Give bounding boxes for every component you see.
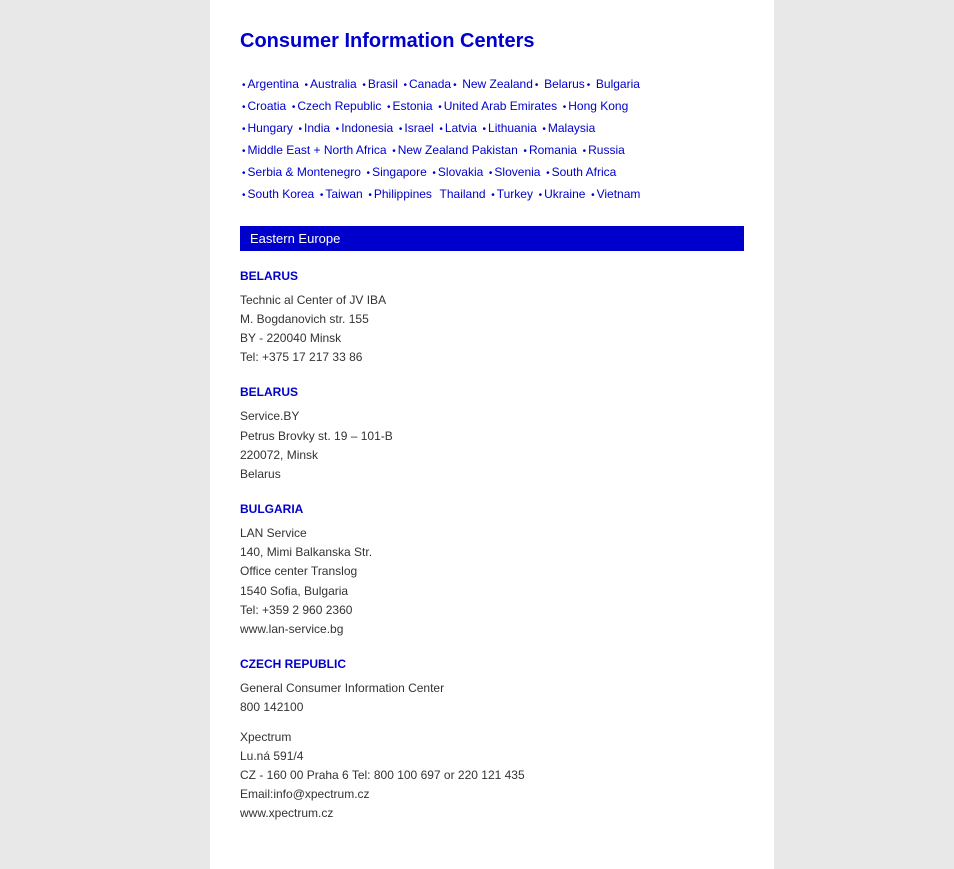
bullet-icon: • — [305, 80, 309, 91]
links-section: •Argentina •Australia •Brasil •Canada• N… — [240, 73, 744, 206]
link-uae[interactable]: United Arab Emirates — [444, 99, 557, 113]
links-row-4: •Middle East + North Africa •New Zealand… — [240, 139, 744, 161]
country-entry-czech: CZECH REPUBLIC General Consumer Informat… — [240, 657, 744, 823]
link-vietnam[interactable]: Vietnam — [597, 187, 641, 201]
link-slovakia[interactable]: Slovakia — [438, 165, 483, 179]
link-southkorea[interactable]: South Korea — [248, 187, 315, 201]
link-russia[interactable]: Russia — [588, 143, 625, 157]
link-canada[interactable]: Canada — [409, 77, 451, 91]
link-belarus[interactable]: Belarus — [544, 77, 585, 91]
link-taiwan[interactable]: Taiwan — [325, 187, 362, 201]
links-row-6: •South Korea •Taiwan •Philippines Thaila… — [240, 183, 744, 205]
address-block-belarus-1: Technic al Center of JV IBA M. Bogdanovi… — [240, 291, 744, 368]
section-header: Eastern Europe — [240, 226, 744, 251]
right-sidebar — [774, 0, 954, 869]
country-title-czech: CZECH REPUBLIC — [240, 657, 744, 671]
link-indonesia[interactable]: Indonesia — [341, 121, 393, 135]
address-block-bulgaria: LAN Service 140, Mimi Balkanska Str. Off… — [240, 524, 744, 639]
link-hongkong[interactable]: Hong Kong — [568, 99, 628, 113]
country-entry-belarus-2: BELARUS Service.BY Petrus Brovky st. 19 … — [240, 385, 744, 484]
link-southafrica[interactable]: South Africa — [552, 165, 617, 179]
link-australia[interactable]: Australia — [310, 77, 357, 91]
link-lithuania[interactable]: Lithuania — [488, 121, 537, 135]
link-argentina[interactable]: Argentina — [248, 77, 299, 91]
link-israel[interactable]: Israel — [404, 121, 433, 135]
link-malaysia[interactable]: Malaysia — [548, 121, 595, 135]
link-philippines[interactable]: Philippines — [374, 187, 432, 201]
link-newzealand[interactable]: New Zealand — [462, 77, 533, 91]
link-singapore[interactable]: Singapore — [372, 165, 427, 179]
country-entry-bulgaria: BULGARIA LAN Service 140, Mimi Balkanska… — [240, 502, 744, 639]
link-serbia[interactable]: Serbia & Montenegro — [248, 165, 361, 179]
country-entry-belarus-1: BELARUS Technic al Center of JV IBA M. B… — [240, 269, 744, 368]
main-content: Consumer Information Centers •Argentina … — [210, 0, 774, 869]
country-title-belarus-1: BELARUS — [240, 269, 744, 283]
bullet-icon: • — [362, 80, 366, 91]
bullet-icon: • — [404, 80, 408, 91]
link-brasil[interactable]: Brasil — [368, 77, 398, 91]
links-row-1: •Argentina •Australia •Brasil •Canada• N… — [240, 73, 744, 95]
bullet-icon: • — [242, 80, 246, 91]
link-bulgaria[interactable]: Bulgaria — [596, 77, 640, 91]
links-row-2: •Croatia •Czech Republic •Estonia •Unite… — [240, 95, 744, 117]
link-slovenia[interactable]: Slovenia — [494, 165, 540, 179]
left-sidebar — [0, 0, 210, 869]
country-title-bulgaria: BULGARIA — [240, 502, 744, 516]
link-newzealand-pakistan[interactable]: New Zealand Pakistan — [398, 143, 518, 157]
address-block-belarus-2: Service.BY Petrus Brovky st. 19 – 101-B … — [240, 407, 744, 484]
link-thailand[interactable]: Thailand — [440, 187, 486, 201]
links-row-3: •Hungary •India •Indonesia •Israel •Latv… — [240, 117, 744, 139]
link-latvia[interactable]: Latvia — [445, 121, 477, 135]
address-block-czech-2: Xpectrum Lu.ná 591/4 CZ - 160 00 Praha 6… — [240, 728, 744, 824]
link-czech[interactable]: Czech Republic — [297, 99, 381, 113]
link-turkey[interactable]: Turkey — [497, 187, 533, 201]
page-title: Consumer Information Centers — [240, 30, 744, 53]
country-title-belarus-2: BELARUS — [240, 385, 744, 399]
link-estonia[interactable]: Estonia — [393, 99, 433, 113]
address-block-czech-1: General Consumer Information Center 800 … — [240, 679, 744, 717]
links-row-5: •Serbia & Montenegro •Singapore •Slovaki… — [240, 161, 744, 183]
link-middleeast[interactable]: Middle East + North Africa — [248, 143, 387, 157]
link-hungary[interactable]: Hungary — [248, 121, 293, 135]
link-romania[interactable]: Romania — [529, 143, 577, 157]
link-croatia[interactable]: Croatia — [248, 99, 287, 113]
link-ukraine[interactable]: Ukraine — [544, 187, 585, 201]
link-india[interactable]: India — [304, 121, 330, 135]
